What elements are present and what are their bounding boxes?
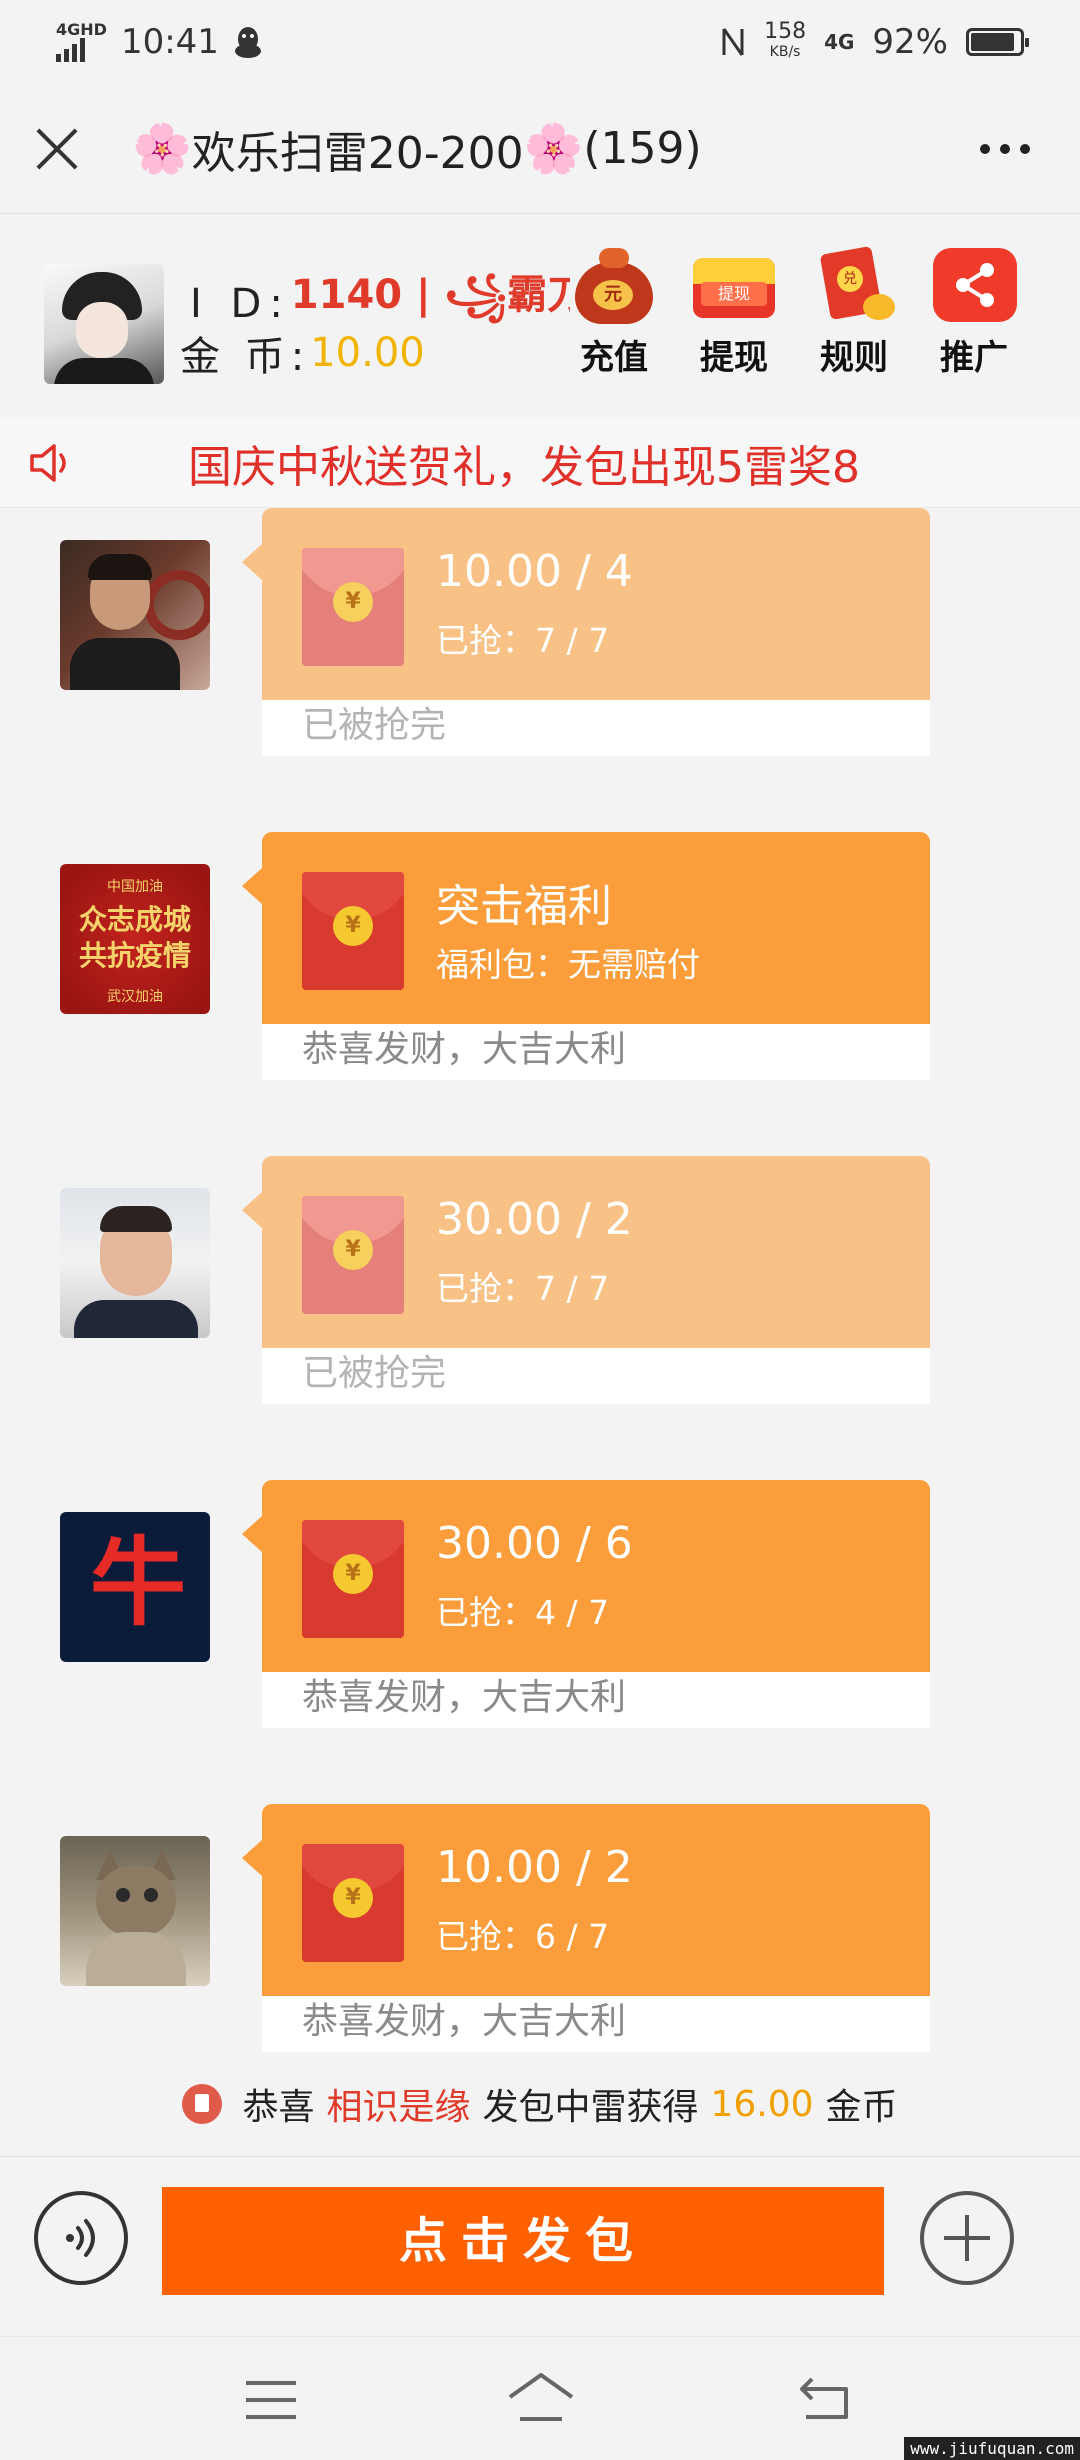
packet-progress: 已抢：6 / 7	[436, 1917, 610, 1956]
packet-amount: 10.00 / 2	[436, 1842, 633, 1893]
nfc-icon	[722, 28, 744, 56]
red-envelope-icon: ¥	[302, 872, 404, 990]
packet-amount: 30.00 / 2	[436, 1194, 633, 1245]
voice-icon	[66, 2219, 95, 2257]
notice-middle: 发包中雷获得	[482, 2087, 699, 2128]
packet-progress: 已抢：4 / 7	[436, 1593, 610, 1632]
red-packet-bubble[interactable]: ¥ 30.00 / 6 已抢：4 / 7 恭喜发财，大吉大利	[242, 1480, 930, 1728]
plus-button[interactable]	[920, 2191, 1014, 2285]
battery-percent: 92%	[872, 22, 948, 62]
notice-user: 相识是缘	[326, 2087, 471, 2128]
packet-progress: 已抢：7 / 7	[436, 621, 610, 660]
group-title: 🌸 欢乐扫雷20-200 🌸 (159)	[132, 117, 702, 181]
notice-prefix: 恭喜	[242, 2087, 315, 2128]
money-bag-icon: 元	[569, 244, 659, 324]
notice-amount: 16.00	[710, 2083, 814, 2125]
member-count: (159)	[583, 123, 702, 174]
packet-amount: 10.00 / 4	[436, 546, 633, 597]
sender-avatar[interactable]	[60, 1836, 210, 1986]
red-packet-bubble[interactable]: ¥ 10.00 / 4 已抢：7 / 7 已被抢完	[242, 508, 930, 756]
recharge-label: 充值	[580, 338, 648, 378]
red-packet-message: ¥ 30.00 / 2 已抢：7 / 7 已被抢完	[0, 1156, 1080, 1436]
promote-button[interactable]: 推广	[924, 244, 1024, 379]
packet-title: 突击福利	[436, 881, 612, 932]
system-navigation-bar: www.jiufuquan.com	[0, 2336, 1080, 2460]
id-label: I D:	[190, 280, 291, 327]
packet-amount: 30.00 / 6	[436, 1518, 633, 1569]
coin-balance: 金 币: 10.00	[180, 324, 425, 382]
network-tag: 4GHD	[56, 20, 107, 39]
battery-icon	[966, 28, 1029, 56]
network-speed: 158 KB/s	[764, 19, 807, 61]
packet-status: 已被抢完	[262, 1348, 930, 1404]
red-envelope-icon: ¥	[302, 548, 404, 666]
group-name: 欢乐扫雷20-200	[191, 127, 524, 179]
red-packet-bubble[interactable]: ¥ 10.00 / 2 已抢：6 / 7 恭喜发财，大吉大利	[242, 1804, 930, 2052]
sender-avatar[interactable]: 牛B	[60, 1512, 210, 1662]
status-bar: 4GHD 10:41 158 KB/s 4G 92%	[0, 0, 1080, 84]
announcement-bar: 国庆中秋送贺礼，发包出现5雷奖8	[0, 418, 1080, 508]
packet-blessing: 恭喜发财，大吉大利	[262, 1996, 930, 2052]
announcement-text: 国庆中秋送贺礼，发包出现5雷奖8	[188, 441, 860, 493]
recharge-button[interactable]: 元 充值	[564, 244, 664, 379]
rules-button[interactable]: 兑 规则	[804, 244, 904, 379]
watermark: www.jiufuquan.com	[904, 2437, 1080, 2460]
more-options-button[interactable]	[980, 143, 1030, 154]
packet-blessing: 恭喜发财，大吉大利	[262, 1024, 930, 1080]
mine-hit-notice: 恭喜 相识是缘 发包中雷获得 16.00 金币	[0, 2076, 1080, 2132]
red-packet-message: ¥ 10.00 / 4 已抢：7 / 7 已被抢完	[0, 508, 1080, 788]
gift-box-icon: 提现	[689, 244, 779, 324]
signal-indicator: 4GHD	[56, 22, 107, 62]
notice-suffix: 金币	[825, 2087, 898, 2128]
red-packet-bubble[interactable]: ¥ 突击福利 福利包：无需赔付 恭喜发财，大吉大利	[242, 832, 930, 1080]
red-envelope-icon: 兑	[809, 244, 899, 324]
menu-icon[interactable]	[246, 2381, 296, 2421]
withdraw-label: 提现	[700, 338, 768, 378]
flower-icon: 🌸	[523, 121, 584, 177]
red-envelope-icon: ¥	[302, 1196, 404, 1314]
sender-avatar[interactable]	[60, 1188, 210, 1338]
red-envelope-icon: ¥	[302, 1844, 404, 1962]
rules-label: 规则	[820, 338, 888, 378]
withdraw-button[interactable]: 提现 提现	[684, 244, 784, 379]
sender-avatar[interactable]: 中国加油 众志成城 共抗疫情 武汉加油	[60, 864, 210, 1014]
clock: 10:41	[120, 22, 219, 62]
flower-icon: 🌸	[132, 121, 192, 177]
packet-progress: 已抢：7 / 7	[436, 1269, 610, 1308]
promote-label: 推广	[940, 338, 1008, 378]
input-bar: 点击发包	[0, 2156, 1080, 2336]
packet-status: 已被抢完	[262, 700, 930, 756]
home-icon[interactable]	[506, 2371, 576, 2427]
user-panel: I D: 1140 | ꧁霸刀 金 币: 10.00 元 充值 提现 提现 兑 …	[0, 214, 1080, 424]
red-envelope-icon: ¥	[302, 1520, 404, 1638]
network-type: 4G	[824, 30, 855, 54]
share-icon	[929, 244, 1019, 324]
red-packet-message: ¥ 10.00 / 2 已抢：6 / 7 恭喜发财，大吉大利	[0, 1804, 1080, 2084]
packet-blessing: 恭喜发财，大吉大利	[262, 1672, 930, 1728]
my-avatar[interactable]	[44, 264, 164, 384]
signal-bars-icon	[56, 38, 85, 62]
speaker-icon[interactable]	[26, 438, 76, 488]
voice-button[interactable]	[34, 2191, 128, 2285]
coin-value: 10.00	[310, 330, 425, 376]
send-red-packet-button[interactable]: 点击发包	[162, 2187, 884, 2295]
packet-subtitle: 福利包：无需赔付	[436, 945, 700, 984]
close-button[interactable]	[30, 122, 84, 176]
coin-label: 金 币:	[180, 334, 311, 380]
red-packet-bubble[interactable]: ¥ 30.00 / 2 已抢：7 / 7 已被抢完	[242, 1156, 930, 1404]
red-packet-small-icon	[182, 2084, 223, 2124]
qq-penguin-icon	[234, 27, 261, 58]
back-icon[interactable]	[796, 2373, 856, 2425]
sender-avatar[interactable]	[60, 540, 210, 690]
chat-header: 🌸 欢乐扫雷20-200 🌸 (159)	[0, 84, 1080, 214]
red-packet-message: 牛B ¥ 30.00 / 6 已抢：4 / 7 恭喜发财，大吉大利	[0, 1480, 1080, 1760]
red-packet-message: 中国加油 众志成城 共抗疫情 武汉加油 ¥ 突击福利 福利包：无需赔付 恭喜发财，…	[0, 832, 1080, 1112]
message-list: ¥ 10.00 / 4 已抢：7 / 7 已被抢完 中国加油 众志成城 共抗疫情 …	[0, 508, 1080, 2160]
